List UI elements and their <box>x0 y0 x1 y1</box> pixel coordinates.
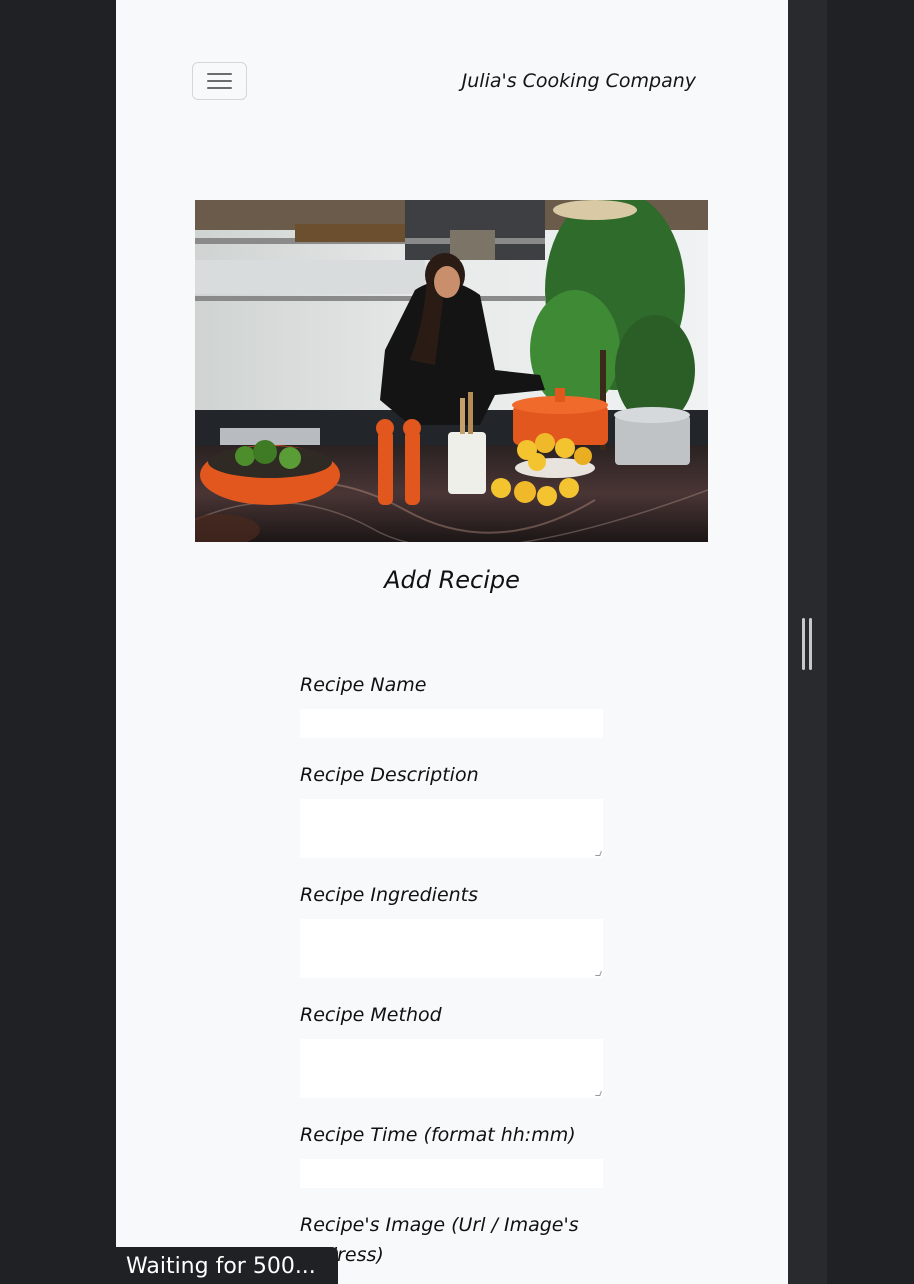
navbar-brand-link[interactable]: Julia's Cooking Company <box>416 70 696 92</box>
menu-icon-bar <box>207 80 232 82</box>
navbar-toggle-button[interactable] <box>192 62 247 100</box>
form-title: Add Recipe <box>384 566 520 594</box>
menu-icon-bar <box>207 87 232 89</box>
resize-grip-line <box>802 618 805 670</box>
hero-kitchen-image <box>195 200 708 542</box>
recipe-method-label: Recipe Method <box>300 1004 442 1026</box>
recipe-time-input[interactable] <box>300 1159 603 1188</box>
recipe-name-input[interactable] <box>300 709 603 738</box>
recipe-ingredients-textarea[interactable] <box>300 919 603 978</box>
recipe-name-label: Recipe Name <box>300 674 427 696</box>
menu-icon <box>207 73 232 75</box>
recipe-image-label: Recipe's Image (Url / Image's <box>300 1214 579 1236</box>
recipe-time-label: Recipe Time (format hh:mm) <box>300 1124 576 1146</box>
recipe-description-textarea[interactable] <box>300 799 603 858</box>
resize-grip-line <box>809 618 812 670</box>
page-viewport: Julia's Cooking Company Add Recipe Recip… <box>116 0 788 1284</box>
status-bubble: Waiting for 500... <box>116 1247 338 1284</box>
recipe-ingredients-label: Recipe Ingredients <box>300 884 479 906</box>
resize-handle[interactable] <box>802 618 812 670</box>
recipe-method-textarea[interactable] <box>300 1039 603 1098</box>
recipe-description-label: Recipe Description <box>300 764 479 786</box>
kitchen-photo-illustration <box>195 200 708 542</box>
